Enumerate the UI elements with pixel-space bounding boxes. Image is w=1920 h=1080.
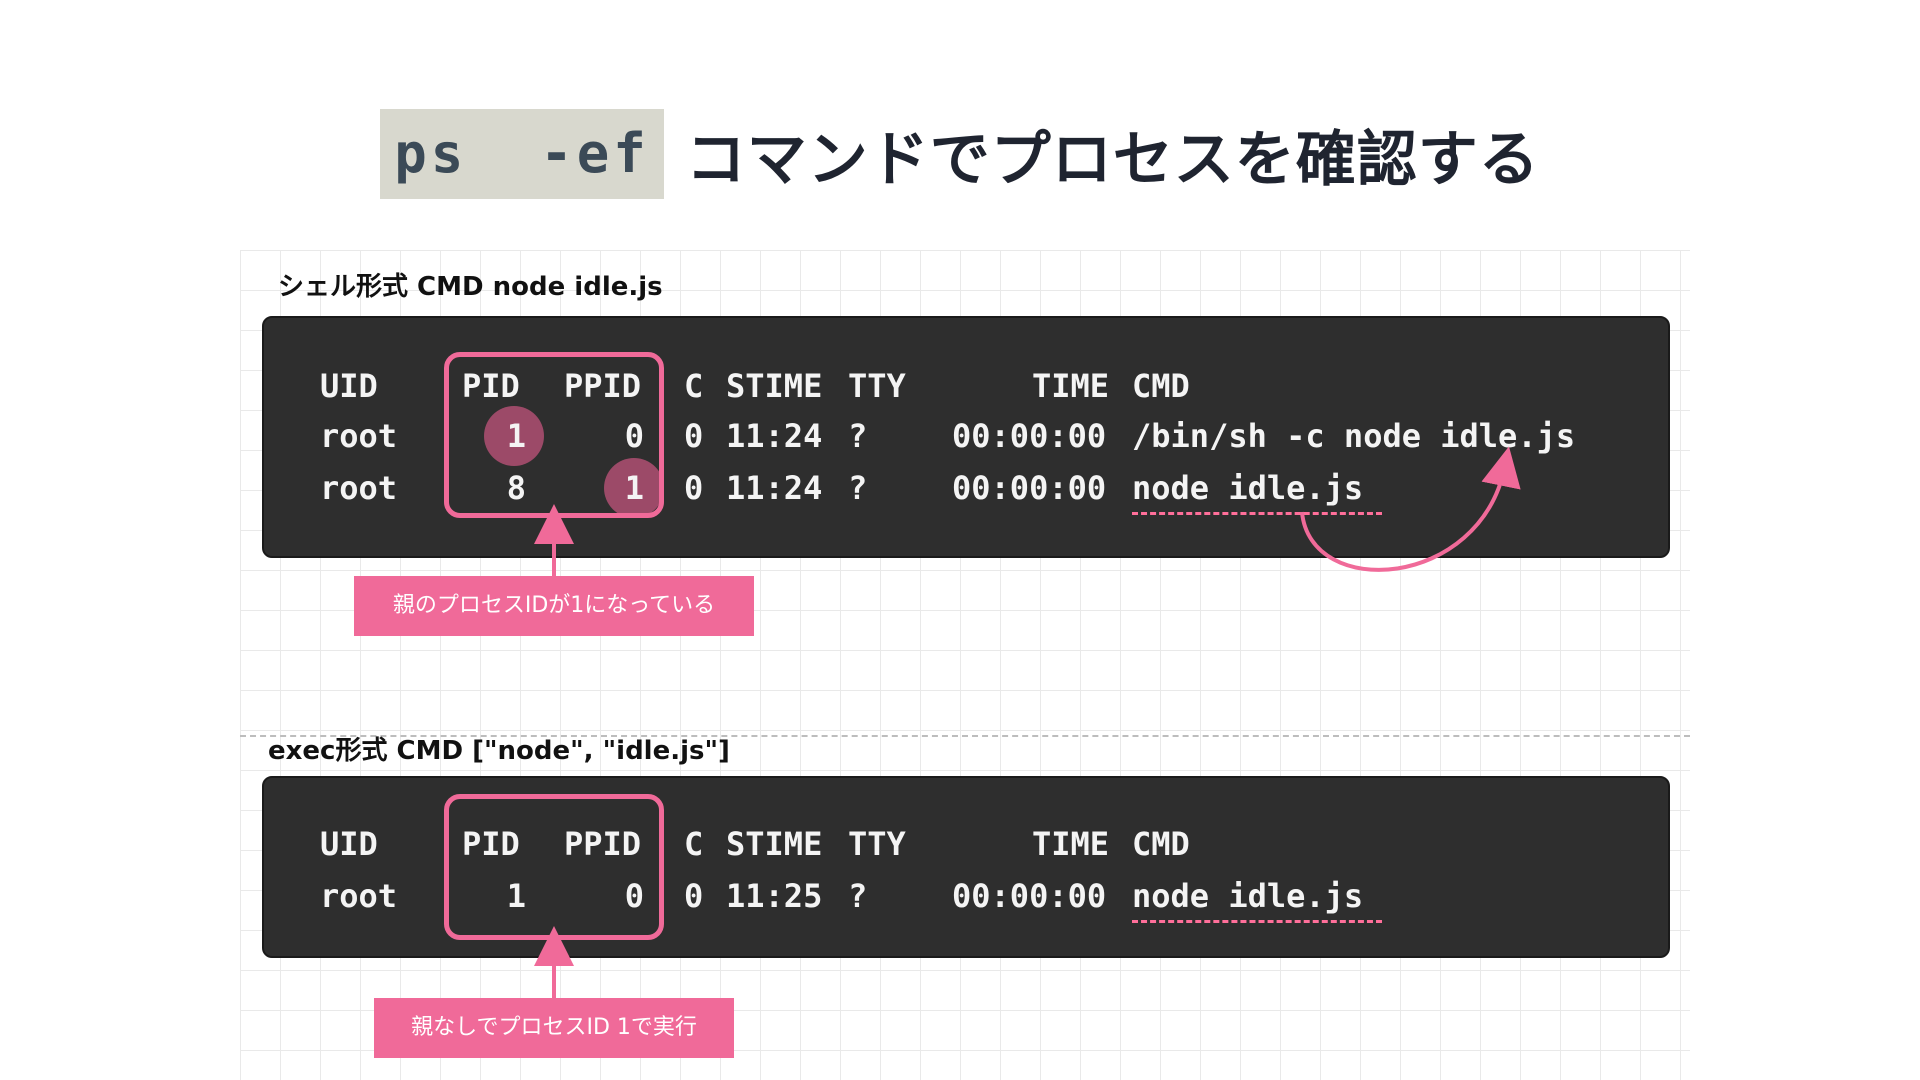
- parent-child-curve-arrow: [1300, 446, 1521, 572]
- arrows-overlay: [534, 446, 1521, 998]
